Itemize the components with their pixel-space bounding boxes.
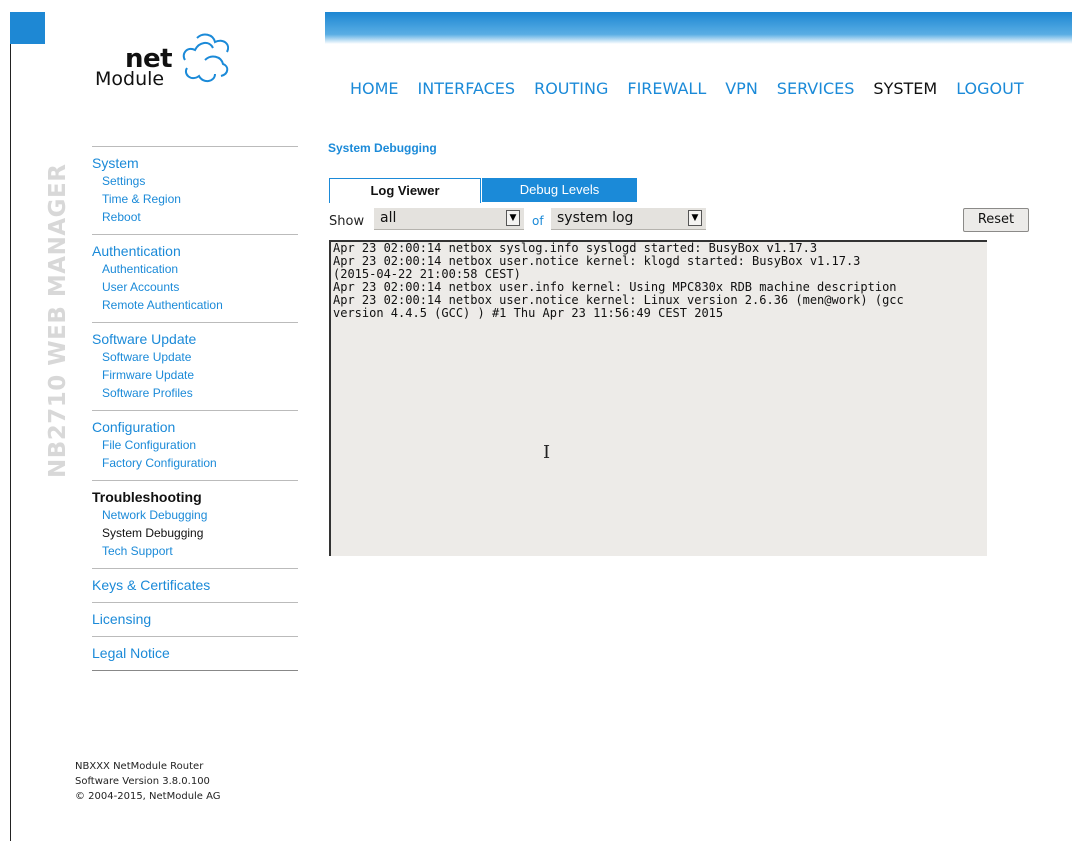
- log-source-select[interactable]: system log ▼: [551, 208, 706, 230]
- nav-firewall[interactable]: FIREWALL: [627, 79, 706, 98]
- chevron-down-icon[interactable]: ▼: [506, 210, 520, 226]
- sidebar-group-legal-notice: Legal Notice: [92, 637, 298, 670]
- sidebar-group-authentication: Authentication Authentication User Accou…: [92, 235, 298, 322]
- main-nav: HOME INTERFACES ROUTING FIREWALL VPN SER…: [350, 79, 1043, 98]
- sidebar-item-settings[interactable]: Settings: [92, 172, 298, 190]
- sidebar-item-software-update[interactable]: Software Update: [92, 348, 298, 366]
- log-viewer-textarea[interactable]: Apr 23 02:00:14 netbox syslog.info syslo…: [329, 240, 987, 556]
- sidebar-heading-keys-certificates[interactable]: Keys & Certificates: [92, 577, 298, 594]
- frame-border: [10, 44, 11, 841]
- text-cursor-icon: I: [543, 442, 551, 463]
- sidebar-item-reboot[interactable]: Reboot: [92, 208, 298, 226]
- logo-module-text: Module: [95, 68, 165, 90]
- sidebar-group-system: System Settings Time & Region Reboot: [92, 147, 298, 234]
- reset-button[interactable]: Reset: [963, 208, 1029, 232]
- log-source-select-value: system log: [557, 210, 634, 226]
- sidebar-heading-system[interactable]: System: [92, 155, 298, 172]
- sidebar-divider: [92, 670, 298, 671]
- sidebar-heading-software-update[interactable]: Software Update: [92, 331, 298, 348]
- sidebar-item-remote-authentication[interactable]: Remote Authentication: [92, 296, 298, 314]
- sidebar-item-software-profiles[interactable]: Software Profiles: [92, 384, 298, 402]
- footer-info: NBXXX NetModule Router Software Version …: [75, 759, 221, 804]
- nav-routing[interactable]: ROUTING: [534, 79, 608, 98]
- sidebar-item-file-configuration[interactable]: File Configuration: [92, 436, 298, 454]
- sidebar-item-factory-configuration[interactable]: Factory Configuration: [92, 454, 298, 472]
- sidebar-heading-legal-notice[interactable]: Legal Notice: [92, 645, 298, 662]
- tab-debug-levels[interactable]: Debug Levels: [482, 178, 637, 202]
- sidebar-group-software-update: Software Update Software Update Firmware…: [92, 323, 298, 410]
- page-title: System Debugging: [328, 141, 437, 155]
- footer-device: NBXXX NetModule Router: [75, 761, 204, 772]
- sidebar-heading-configuration[interactable]: Configuration: [92, 419, 298, 436]
- sidebar-group-configuration: Configuration File Configuration Factory…: [92, 411, 298, 480]
- nav-home[interactable]: HOME: [350, 79, 399, 98]
- nav-interfaces[interactable]: INTERFACES: [418, 79, 516, 98]
- sidebar-group-troubleshooting: Troubleshooting Network Debugging System…: [92, 481, 298, 568]
- nav-system[interactable]: SYSTEM: [873, 79, 937, 98]
- sidebar-item-authentication[interactable]: Authentication: [92, 260, 298, 278]
- nav-vpn[interactable]: VPN: [725, 79, 758, 98]
- header-bar-left: [10, 12, 45, 44]
- footer-copyright: © 2004-2015, NetModule AG: [75, 791, 221, 802]
- sidebar-heading-authentication[interactable]: Authentication: [92, 243, 298, 260]
- sidebar-item-user-accounts[interactable]: User Accounts: [92, 278, 298, 296]
- sidebar-group-licensing: Licensing: [92, 603, 298, 636]
- show-label: Show: [329, 214, 365, 229]
- sidebar: System Settings Time & Region Reboot Aut…: [92, 146, 298, 671]
- sidebar-item-system-debugging[interactable]: System Debugging: [92, 524, 298, 542]
- logo-chain-icon: [182, 33, 229, 82]
- nav-logout[interactable]: LOGOUT: [956, 79, 1023, 98]
- sidebar-group-keys-certificates: Keys & Certificates: [92, 569, 298, 602]
- of-label: of: [532, 214, 544, 228]
- header-bar-right: [325, 12, 1072, 44]
- sidebar-item-tech-support[interactable]: Tech Support: [92, 542, 298, 560]
- sidebar-item-firmware-update[interactable]: Firmware Update: [92, 366, 298, 384]
- show-select[interactable]: all ▼: [374, 208, 524, 230]
- product-vertical-title: NB2710 WEB MANAGER: [45, 163, 71, 478]
- footer-version: Software Version 3.8.0.100: [75, 776, 210, 787]
- nav-services[interactable]: SERVICES: [777, 79, 855, 98]
- sidebar-item-network-debugging[interactable]: Network Debugging: [92, 506, 298, 524]
- sidebar-heading-licensing[interactable]: Licensing: [92, 611, 298, 628]
- sidebar-item-time-region[interactable]: Time & Region: [92, 190, 298, 208]
- tab-log-viewer[interactable]: Log Viewer: [329, 178, 481, 203]
- log-line: version 4.4.5 (GCC) ) #1 Thu Apr 23 11:5…: [333, 306, 724, 320]
- show-select-value: all: [380, 210, 397, 226]
- chevron-down-icon[interactable]: ▼: [688, 210, 702, 226]
- netmodule-logo[interactable]: net Module: [95, 30, 245, 100]
- sidebar-heading-troubleshooting[interactable]: Troubleshooting: [92, 489, 298, 506]
